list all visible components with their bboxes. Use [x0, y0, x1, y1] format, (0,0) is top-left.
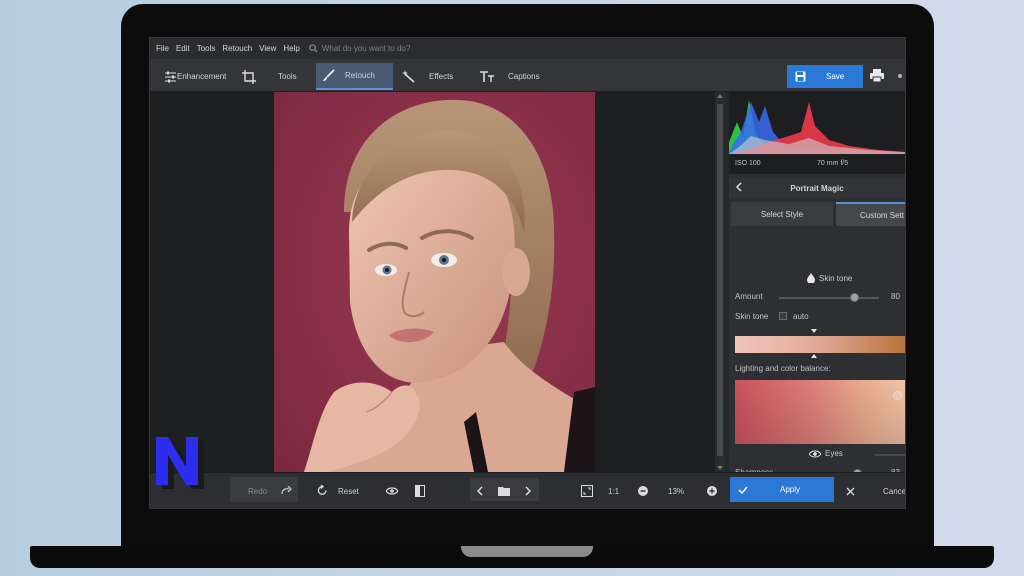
fit-screen-icon[interactable]: [581, 485, 593, 497]
tab-select-style[interactable]: Select Style: [731, 202, 833, 226]
iso-readout: ISO 100: [735, 160, 761, 167]
zoom-in-icon[interactable]: [707, 486, 717, 496]
portrait-photo: [274, 92, 595, 472]
droplet-icon: [807, 273, 815, 283]
tab-retouch[interactable]: Retouch: [316, 63, 393, 90]
skin-tone-gradient[interactable]: [735, 336, 905, 353]
folder-icon[interactable]: [498, 486, 510, 496]
section-label: Eyes: [825, 449, 843, 458]
floppy-icon: [795, 71, 806, 82]
channel-logo: [156, 437, 204, 489]
search-field[interactable]: What do you want to do?: [309, 44, 411, 53]
zoom-out-icon[interactable]: [638, 486, 648, 496]
save-button[interactable]: Save: [787, 65, 863, 88]
cancel-button[interactable]: Cance: [883, 473, 905, 508]
menu-help[interactable]: Help: [283, 44, 299, 53]
skin-tone-section[interactable]: Skin tone: [807, 273, 852, 283]
bottom-bar: Redo Reset 1:1 13% Apply Cance: [150, 472, 905, 508]
panel-title: Portrait Magic: [790, 183, 844, 193]
menu-retouch[interactable]: Retouch: [222, 44, 252, 53]
search-icon: [309, 44, 318, 53]
actual-size-button[interactable]: 1:1: [608, 473, 619, 508]
amount-slider[interactable]: [779, 297, 879, 299]
menu-bar: File Edit Tools Retouch View Help What d…: [150, 38, 905, 59]
compare-icon[interactable]: [415, 485, 425, 497]
tab-tools[interactable]: Tools: [236, 63, 314, 90]
menu-view[interactable]: View: [259, 44, 276, 53]
color-balance-knob[interactable]: [893, 391, 902, 400]
more-icon[interactable]: [898, 74, 902, 78]
redo-label: Redo: [248, 486, 268, 496]
scroll-down-icon[interactable]: [717, 466, 723, 470]
portrait-magic-header: Portrait Magic: [729, 178, 905, 198]
apply-button[interactable]: Apply: [730, 477, 834, 502]
menu-edit[interactable]: Edit: [176, 44, 190, 53]
lighting-label: Lighting and color balance:: [735, 364, 831, 373]
reset-button[interactable]: Reset: [338, 473, 359, 508]
eyes-divider: [875, 454, 905, 456]
portrait-illustration: [274, 92, 595, 472]
amount-slider-knob[interactable]: [850, 293, 859, 302]
save-label: Save: [826, 72, 845, 81]
reset-icon[interactable]: [317, 485, 328, 496]
tab-label: Retouch: [345, 71, 375, 80]
apply-label: Apply: [780, 485, 801, 494]
back-arrow-icon[interactable]: [735, 182, 743, 192]
close-icon[interactable]: [846, 487, 855, 496]
sliders-icon: [165, 71, 176, 82]
skin-tone-label: Skin tone: [735, 312, 769, 321]
search-placeholder: What do you want to do?: [321, 44, 411, 53]
image-canvas[interactable]: [150, 92, 715, 472]
eyes-section[interactable]: Eyes: [809, 449, 843, 458]
crop-icon: [242, 69, 256, 84]
next-icon[interactable]: [524, 486, 531, 496]
tab-label: Effects: [429, 72, 454, 81]
previous-icon[interactable]: [477, 486, 484, 496]
lens-readout: 70 mm f/5: [817, 160, 849, 167]
amount-value: 80: [891, 292, 900, 301]
tone-marker-top[interactable]: [811, 329, 817, 333]
tone-marker-bottom[interactable]: [811, 354, 817, 358]
redo-icon[interactable]: [281, 486, 292, 496]
auto-checkbox[interactable]: [779, 312, 787, 320]
tab-effects[interactable]: Effects: [396, 63, 472, 90]
section-label: Skin tone: [819, 273, 853, 283]
right-panel: ISO 100 70 mm f/5 Portrait Magic Select …: [729, 92, 905, 478]
tab-label: Tools: [278, 72, 297, 81]
canvas-scrollbar[interactable]: [715, 92, 725, 472]
tab-enhancement[interactable]: Enhancement: [158, 63, 234, 90]
tab-label: Enhancement: [177, 72, 227, 81]
magic-wand-icon: [402, 70, 415, 83]
eye-preview-icon[interactable]: [386, 487, 398, 495]
menu-file[interactable]: File: [156, 44, 169, 53]
tab-custom-settings[interactable]: Custom Sett: [836, 202, 905, 226]
app-window: File Edit Tools Retouch View Help What d…: [149, 37, 906, 509]
brush-icon: [323, 69, 335, 81]
check-icon: [738, 486, 748, 494]
color-balance-picker[interactable]: [735, 380, 905, 444]
scroll-up-icon[interactable]: [717, 94, 723, 98]
laptop-notch: [461, 546, 593, 557]
menu-tools[interactable]: Tools: [197, 44, 216, 53]
tab-label: Captions: [508, 72, 540, 81]
histogram: ISO 100 70 mm f/5: [729, 92, 905, 174]
auto-label: auto: [793, 312, 809, 321]
histogram-graph: [729, 100, 905, 154]
amount-label: Amount: [735, 292, 763, 301]
eye-icon: [809, 450, 821, 457]
scroll-thumb[interactable]: [717, 104, 723, 456]
printer-icon[interactable]: [870, 69, 884, 82]
text-icon: [480, 71, 494, 82]
zoom-level: 13%: [668, 486, 685, 496]
tab-captions[interactable]: Captions: [474, 63, 548, 90]
